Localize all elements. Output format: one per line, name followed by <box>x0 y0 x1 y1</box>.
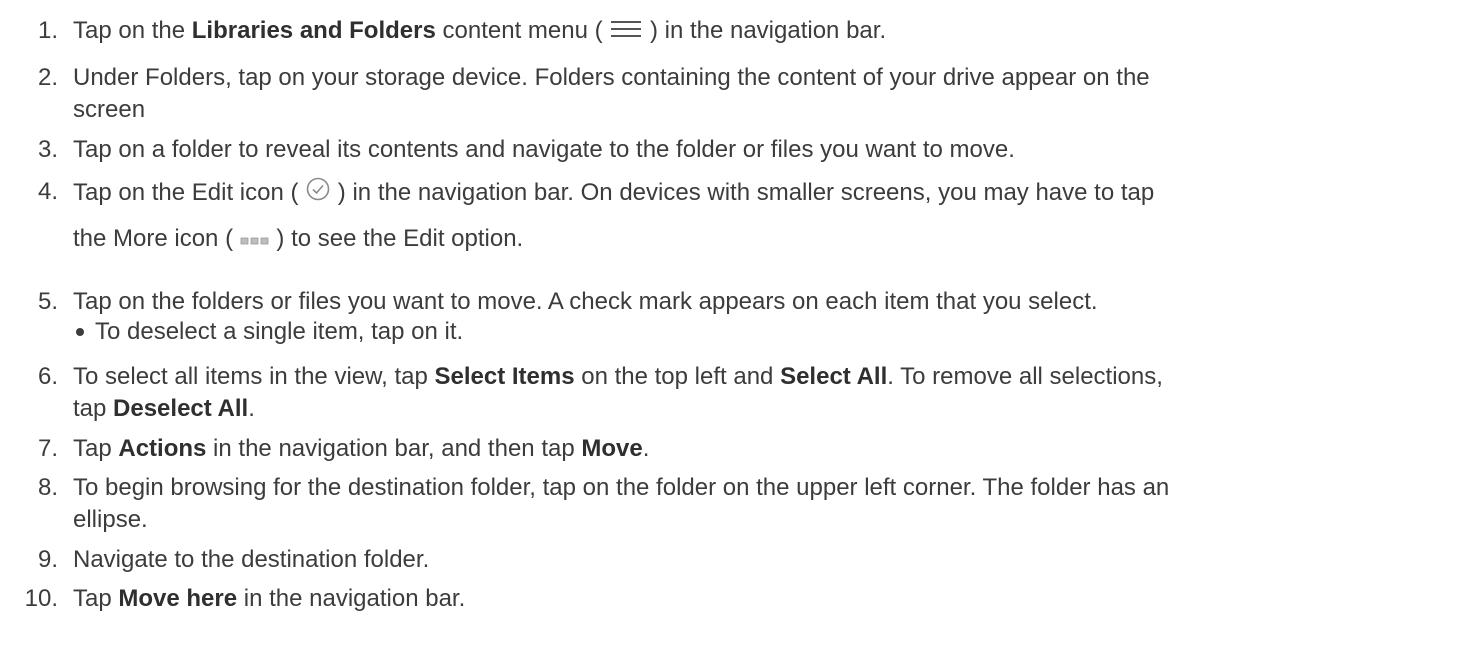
step-text: screen <box>73 96 146 123</box>
step-bold-text: Libraries and Folders <box>191 17 436 44</box>
step-text: the More icon ( <box>73 225 240 252</box>
check-circle-icon <box>305 176 331 211</box>
step-bold-text: Select All <box>780 363 888 390</box>
step-text: ellipse. <box>73 506 148 533</box>
sub-list-item: To deselect a single item, tap on it. <box>76 316 464 348</box>
step-bold-text: Select Items <box>434 363 575 390</box>
step-bold-text: Move here <box>118 585 238 612</box>
step-number: 6. <box>37 363 58 390</box>
step-text: in the navigation bar. <box>237 585 466 612</box>
step-text: Tap on a folder to reveal its contents a… <box>73 136 1015 163</box>
step-number: 4. <box>37 178 58 205</box>
step-text: Tap <box>73 585 119 612</box>
more-dots-icon <box>240 224 270 256</box>
step-text: content menu ( <box>435 17 610 44</box>
step-number: 1. <box>37 17 58 44</box>
step-text: in the navigation bar, and then tap <box>206 435 582 462</box>
step-text: Tap <box>73 435 119 462</box>
step-number: 9. <box>37 546 58 573</box>
step-text: To begin browsing for the destination fo… <box>73 474 1170 501</box>
step-text: ) in the navigation bar. <box>643 17 887 44</box>
step-number: 8. <box>37 474 58 501</box>
step-text: Navigate to the destination folder. <box>73 546 430 573</box>
step-bold-text: Actions <box>118 435 207 462</box>
step-text: ) in the navigation bar. On devices with… <box>331 178 1155 206</box>
step-text: ) to see the Edit option. <box>269 225 524 252</box>
step-text: Under Folders, tap on your storage devic… <box>73 64 1150 91</box>
step-text: To select all items in the view, tap <box>73 363 435 390</box>
step-number: 5. <box>37 288 58 315</box>
step-text: Tap on the Edit icon ( <box>73 178 306 206</box>
step-text: . To remove all selections, <box>887 363 1163 390</box>
step-number: 10. <box>24 585 58 612</box>
step-text: Tap on the folders or files you want to … <box>73 288 1098 315</box>
step-text: To deselect a single item, tap on it. <box>95 318 464 345</box>
step-text: tap <box>73 395 114 422</box>
step-text: . <box>248 395 255 422</box>
step-number: 2. <box>37 64 58 91</box>
step-text: . <box>642 435 650 462</box>
step-bold-text: Deselect All <box>113 395 249 422</box>
step-bold-text: Move <box>581 435 643 462</box>
step-number: 7. <box>37 435 58 462</box>
hamburger-menu-icon <box>609 16 643 48</box>
bullet-icon <box>76 328 84 336</box>
step-number: 3. <box>37 136 58 163</box>
step-text: Tap on the <box>73 17 192 44</box>
step-text: on the top left and <box>574 363 781 390</box>
